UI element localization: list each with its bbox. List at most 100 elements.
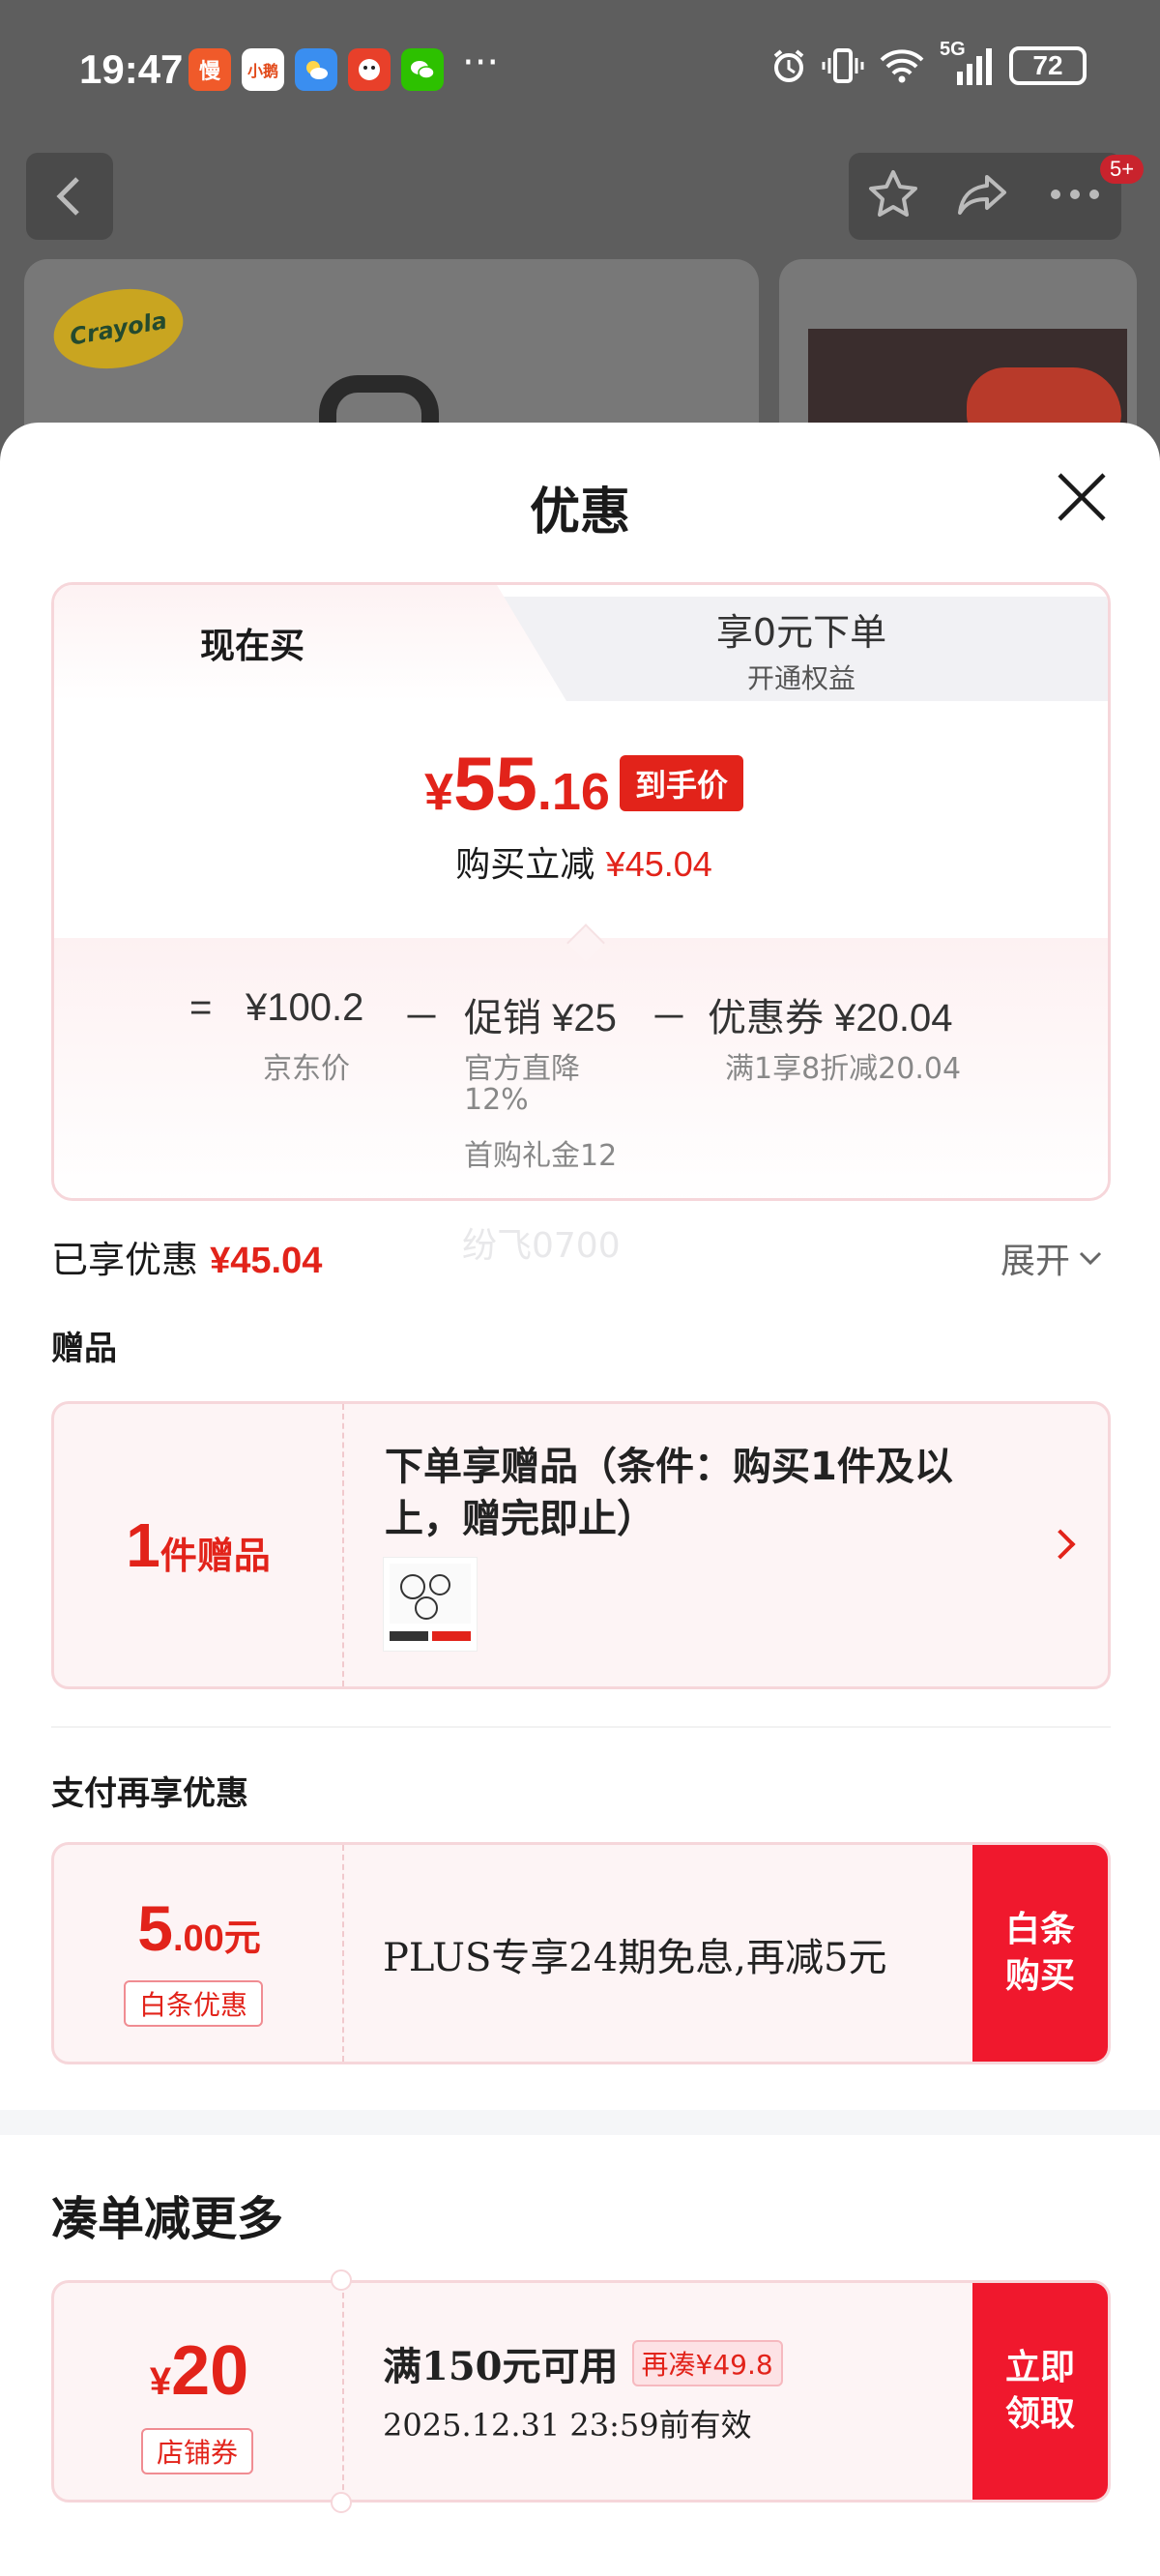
store-coupon-tag: 店铺券 — [141, 2428, 254, 2474]
claim-line2: 领取 — [1004, 2394, 1075, 2434]
baitiao-buy-line1: 白条 — [1004, 1910, 1075, 1949]
baitiao-buy-line2: 购买 — [1004, 1956, 1075, 1996]
baitiao-amount: 5.00元 — [54, 1891, 344, 1965]
vibrate-icon — [822, 48, 864, 83]
instant-discount-amount: ¥45.04 — [605, 844, 712, 884]
baitiao-offer-value: 5.00元 白条优惠 — [54, 1845, 344, 2062]
sheet-title: 优惠 — [529, 483, 630, 542]
price-breakdown-card: 享0元下单 开通权益 现在买 ¥55.16 到手价 购买立减 ¥45.04 = … — [51, 582, 1111, 1201]
tab-zero-yuan-title: 享0元下单 — [715, 610, 887, 654]
game-app-icon — [348, 48, 391, 91]
baitiao-buy-button[interactable]: 白条 购买 — [972, 1845, 1108, 2062]
store-coupon-validity: 2025.12.31 23:59前有效 — [383, 2407, 752, 2444]
store-coupon-value: ¥20 店铺券 — [54, 2283, 344, 2500]
claim-coupon-button[interactable]: 立即 领取 — [972, 2283, 1108, 2500]
close-icon — [1058, 473, 1106, 521]
expand-button[interactable]: 展开 — [1000, 1233, 1103, 1283]
instant-discount-line: 购买立减 ¥45.04 — [54, 836, 1108, 887]
jd-price-label: 京东价 — [263, 1052, 350, 1086]
promo-detail-first-gift: 首购礼金12 — [464, 1139, 618, 1173]
tab-zero-yuan-subtitle: 开通权益 — [746, 661, 856, 694]
watermark-text: 纷飞0700 — [462, 1226, 621, 1266]
more-button[interactable] — [1046, 185, 1104, 208]
nav-action-group — [849, 153, 1121, 240]
wifi-icon — [880, 49, 924, 83]
price-currency: ¥ — [424, 763, 454, 821]
baitiao-amount-int: 5 — [137, 1892, 173, 1964]
favorite-button[interactable] — [866, 167, 920, 225]
promo-detail-official: 官方直降 — [464, 1052, 580, 1086]
weather-icon — [295, 48, 337, 91]
gift-condition-text: 下单享赠品（条件：购买1件及以上，赠完即止） — [385, 1445, 953, 1541]
chevron-left-icon — [56, 177, 79, 216]
store-coupon-currency: ¥ — [149, 2360, 172, 2403]
baitiao-offer-card: 5.00元 白条优惠 PLUS专享24期免息,再减5元 白条 购买 — [51, 1842, 1111, 2064]
status-indicators: 5G 72 — [769, 39, 1087, 87]
store-coupon-amount: ¥20 — [54, 2331, 344, 2411]
store-coupon-card: ¥20 店铺券 满150元可用 再凑¥49.8 2025.12.31 23:59… — [51, 2280, 1111, 2503]
coupon-punch-bottom — [331, 2492, 352, 2513]
baitiao-amount-rest: .00元 — [172, 1918, 261, 1959]
enjoyed-amount: ¥45.04 — [210, 1241, 323, 1281]
final-price-tag: 到手价 — [619, 755, 743, 811]
coupon-amount: 优惠券 ¥20.04 — [708, 997, 953, 1039]
price-decimal: .16 — [536, 763, 610, 821]
wechat-icon — [401, 48, 444, 91]
final-price-section: ¥55.16 到手价 购买立减 ¥45.04 — [54, 701, 1108, 938]
price-integer: 55 — [453, 741, 537, 826]
store-coupon-threshold: 满150元可用 — [383, 2344, 619, 2389]
enjoyed-discount: 已享优惠 ¥45.04 — [51, 1230, 322, 1283]
status-time: 19:47 — [79, 46, 184, 92]
more-notifications-icon: ··· — [462, 41, 500, 85]
more-dots-icon — [1051, 190, 1100, 199]
purchase-mode-tabs: 享0元下单 开通权益 现在买 — [54, 585, 1108, 701]
promo-amount: 促销 ¥25 — [464, 997, 617, 1039]
gift-thumbnail — [383, 1557, 478, 1652]
final-price-line: ¥55.16 到手价 — [54, 740, 1108, 828]
tab-zero-yuan-order[interactable]: 享0元下单 开通权益 — [489, 597, 1108, 701]
gift-count-number: 1 — [126, 1510, 160, 1580]
chevron-down-icon — [1079, 1251, 1102, 1266]
gift-count-unit: 件赠品 — [160, 1534, 271, 1577]
price-calculation-section: = ¥100.2 － 促销 ¥25 － 优惠券 ¥20.04 京东价 官方直降 … — [54, 938, 1108, 1198]
alarm-icon — [773, 49, 804, 82]
share-button[interactable] — [954, 167, 1012, 225]
coupon-detail: 满1享8折减20.04 — [725, 1052, 962, 1086]
equals-sign: = — [189, 986, 213, 1029]
instant-discount-label: 购买立减 — [455, 845, 595, 885]
add-on-section-title: 凑单减更多 — [51, 2192, 284, 2246]
gift-card[interactable]: 1 件赠品 下单享赠品（条件：购买1件及以上，赠完即止） — [51, 1401, 1111, 1689]
section-gap — [0, 2110, 1160, 2135]
store-coupon-condition: 满150元可用 再凑¥49.8 — [383, 2335, 783, 2391]
jd-price: ¥100.2 — [246, 986, 364, 1029]
baitiao-offer-text: PLUS专享24期免息,再减5元 — [383, 1936, 887, 1980]
offers-sheet: 优惠 享0元下单 开通权益 现在买 ¥55.16 到手价 购买立减 ¥45.04 — [0, 423, 1160, 2576]
close-button[interactable] — [1056, 471, 1108, 523]
tab-buy-now[interactable]: 现在买 — [54, 585, 489, 701]
message-badge: 5+ — [1100, 155, 1145, 184]
claim-line1: 立即 — [1004, 2348, 1075, 2387]
gift-count: 1 件赠品 — [54, 1404, 344, 1686]
battery-indicator: 72 — [1009, 46, 1087, 85]
section-divider — [51, 1726, 1111, 1728]
share-icon — [957, 175, 1006, 215]
star-icon — [868, 170, 917, 217]
status-bar: 19:47 慢 小鹅 ··· 5G 72 — [0, 0, 1160, 135]
gift-section-title: 赠品 — [51, 1330, 117, 1368]
cellular-signal-icon: 5G — [940, 39, 996, 87]
chevron-right-icon — [1045, 1529, 1076, 1560]
payment-section-title: 支付再享优惠 — [51, 1774, 248, 1813]
back-button[interactable] — [26, 153, 113, 240]
enjoyed-label: 已享优惠 — [51, 1239, 199, 1281]
baitiao-tag: 白条优惠 — [124, 1980, 264, 2027]
expand-label: 展开 — [1000, 1242, 1071, 1281]
xiaohongshu-icon: 小鹅 — [242, 48, 284, 91]
slow-app-icon: 慢 — [188, 48, 231, 91]
final-price: ¥55.16 — [424, 740, 610, 828]
minus-sign-2: － — [650, 997, 688, 1039]
promo-detail-percent: 12% — [464, 1083, 529, 1117]
store-coupon-remaining: 再凑¥49.8 — [631, 2340, 783, 2386]
minus-sign-1: － — [402, 997, 441, 1039]
coupon-punch-top — [331, 2269, 352, 2291]
store-coupon-number: 20 — [171, 2332, 249, 2410]
